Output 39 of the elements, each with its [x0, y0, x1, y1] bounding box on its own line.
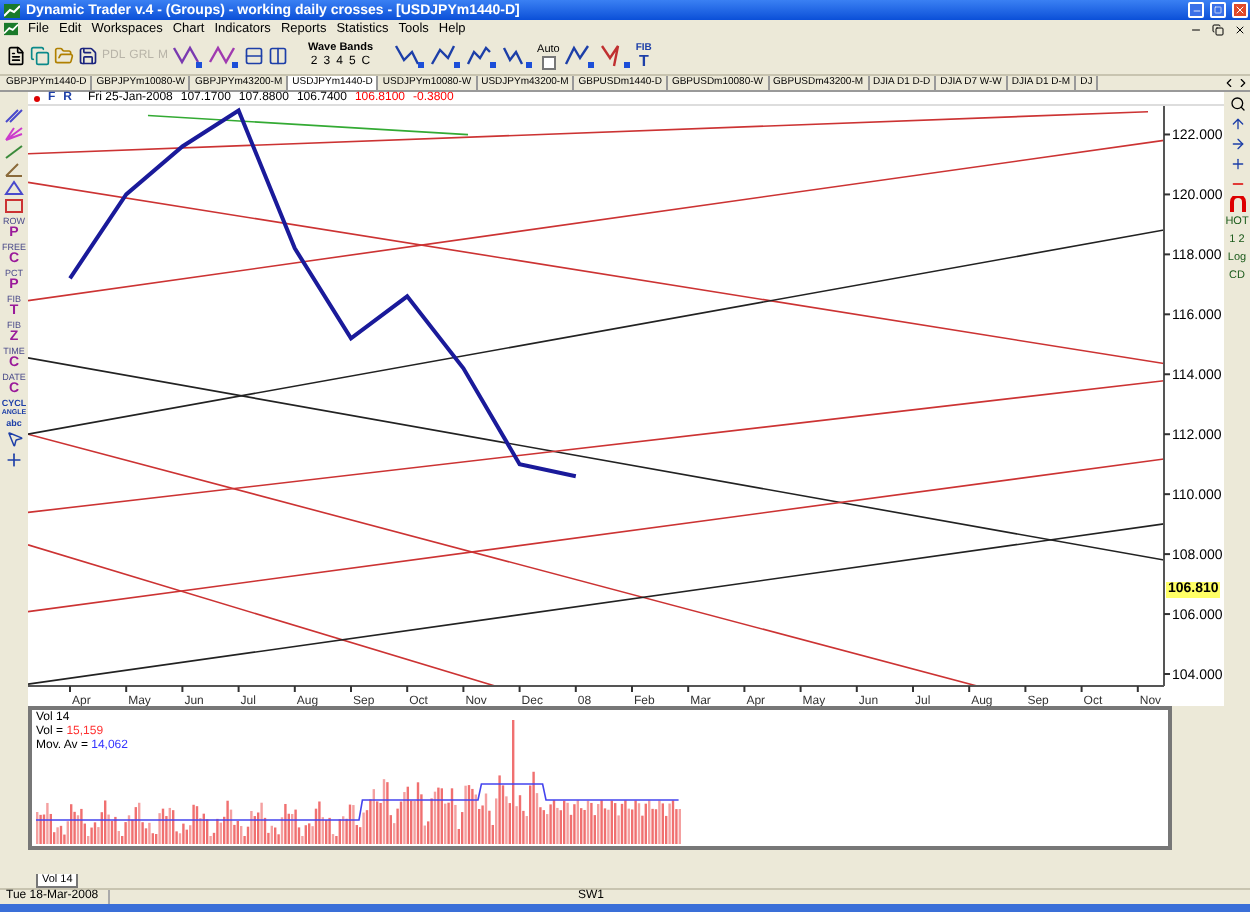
new-file-icon[interactable] — [6, 46, 26, 66]
auto-checkbox[interactable] — [541, 55, 556, 69]
fan-lines-icon[interactable] — [4, 126, 24, 142]
close-button[interactable] — [1232, 2, 1248, 18]
wave-pattern-icon[interactable] — [393, 42, 426, 70]
zigzag-icon[interactable] — [172, 42, 205, 70]
angle-icon[interactable] — [4, 162, 24, 178]
rectangle-icon[interactable] — [4, 198, 24, 214]
wave-pattern-icon[interactable] — [465, 42, 498, 70]
pointer-icon[interactable] — [5, 430, 23, 448]
minimize-button[interactable] — [1188, 2, 1204, 18]
app-logo-icon — [4, 3, 20, 17]
wave-pattern-icon[interactable] — [563, 42, 596, 70]
zigzag-icon[interactable] — [208, 42, 241, 70]
arrow-right-icon[interactable] — [1229, 136, 1245, 152]
scroll-left-icon[interactable] — [1222, 76, 1236, 90]
mdi-restore-icon[interactable] — [1212, 23, 1224, 35]
close-icon — [1234, 4, 1246, 16]
document-logo-icon — [4, 22, 18, 36]
parallel-lines-icon[interactable] — [4, 108, 24, 124]
triangle-icon[interactable] — [4, 180, 24, 196]
mdi-close-icon[interactable] — [1234, 23, 1246, 35]
wave-pattern-icon[interactable] — [599, 42, 632, 70]
split-vertical-icon[interactable] — [268, 46, 289, 66]
crosshair-icon[interactable] — [4, 450, 24, 470]
mdi-minimize-icon[interactable] — [1190, 23, 1202, 35]
save-icon[interactable] — [78, 46, 98, 66]
trend-line-icon[interactable] — [4, 144, 24, 160]
arrow-up-icon[interactable] — [1229, 116, 1245, 132]
scroll-right-icon[interactable] — [1236, 76, 1250, 90]
plus-icon[interactable] — [1229, 156, 1245, 172]
magnet-icon[interactable] — [1229, 196, 1245, 212]
minimize-icon — [1191, 5, 1201, 15]
zoom-icon[interactable] — [1229, 96, 1245, 112]
wave-pattern-icon[interactable] — [429, 42, 462, 70]
split-horizontal-icon[interactable] — [244, 46, 265, 66]
restore-icon — [1214, 6, 1222, 14]
wave-pattern-icon[interactable] — [501, 42, 534, 70]
restore-button[interactable] — [1210, 2, 1226, 18]
